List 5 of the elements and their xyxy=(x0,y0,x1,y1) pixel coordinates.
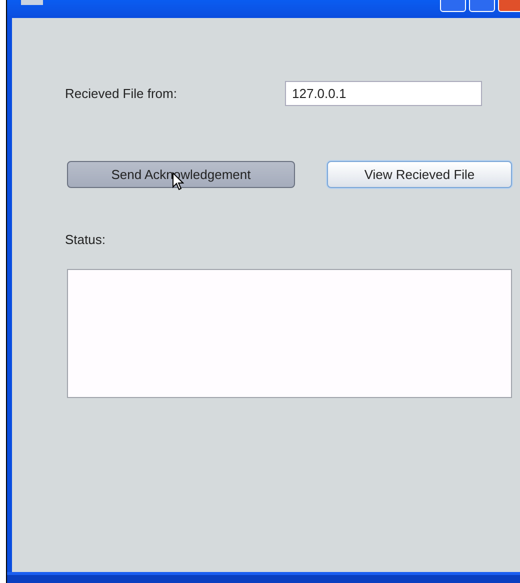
status-label: Status: xyxy=(65,232,106,247)
field-label: Recieved File from: xyxy=(65,86,178,101)
window-icon xyxy=(21,0,43,5)
input-field[interactable]: 127.0.0.1 xyxy=(285,81,482,106)
action-button[interactable]: View Recieved File xyxy=(327,161,512,188)
